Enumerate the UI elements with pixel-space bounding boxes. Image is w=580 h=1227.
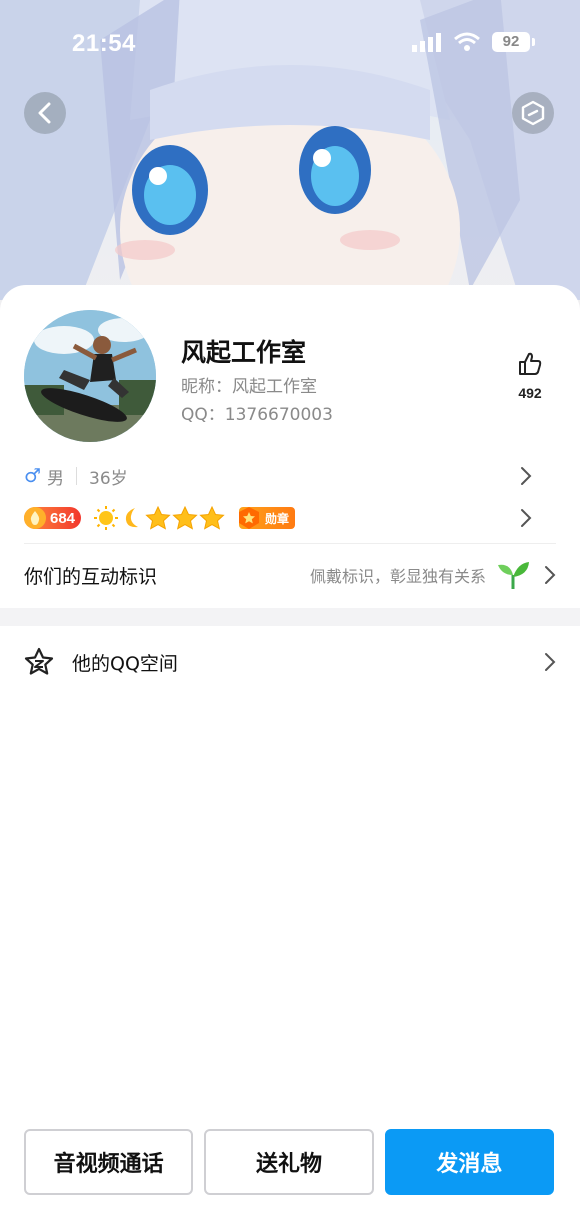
like-button[interactable]: 492: [506, 351, 554, 401]
chevron-right-icon: [545, 566, 556, 584]
bottom-action-bar: 音视频通话 送礼物 发消息: [24, 1129, 554, 1195]
send-message-button[interactable]: 发消息: [384, 1129, 554, 1195]
status-bar: 21:54 92: [0, 0, 580, 88]
interaction-hint: 佩戴标识，彰显独有关系: [309, 567, 486, 586]
medal-badge: 勋章: [239, 507, 296, 529]
sprout-icon: [498, 562, 529, 589]
qzone-row[interactable]: 他的QQ空间: [24, 640, 556, 684]
qzone-label: 他的QQ空间: [72, 652, 178, 675]
chevron-right-icon: [545, 653, 556, 671]
chevron-right-icon: [521, 509, 532, 527]
info-row[interactable]: ♂ 男 36岁: [24, 461, 556, 491]
avatar[interactable]: [24, 310, 156, 442]
star-icon: [145, 506, 171, 530]
chevron-left-icon: [38, 102, 51, 124]
gender-text: 男: [47, 468, 65, 489]
interaction-badge-row[interactable]: 你们的互动标识 佩戴标识，彰显独有关系: [24, 555, 556, 595]
back-button[interactable]: [24, 92, 66, 134]
medal-star-icon: [239, 507, 260, 529]
more-button[interactable]: [512, 92, 554, 134]
moon-icon: [125, 508, 139, 528]
vip-value: 684: [50, 509, 76, 527]
male-icon: ♂: [24, 465, 42, 487]
profile-name: 风起工作室: [181, 338, 307, 367]
signal-icon: [412, 33, 441, 52]
profile-qq-number: QQ：1376670003: [181, 405, 333, 425]
profile-card: 风起工作室 昵称：风起工作室 QQ：1376670003 492 ♂ 男 36岁…: [0, 285, 580, 608]
send-gift-button[interactable]: 送礼物: [204, 1129, 374, 1195]
qzone-star-icon: [24, 647, 54, 675]
vip-badge: 684: [24, 507, 82, 529]
profile-nickname: 昵称：风起工作室: [181, 377, 317, 397]
battery-indicator: 92: [492, 32, 535, 52]
medal-label: 勋章: [265, 511, 290, 526]
sun-icon: [94, 506, 119, 530]
flame-icon: [24, 507, 46, 529]
thumbs-up-icon: [519, 352, 542, 375]
divider: [24, 543, 556, 544]
like-count: 492: [518, 385, 542, 401]
status-time: 21:54: [72, 30, 136, 57]
level-row[interactable]: 684 勋章: [24, 503, 556, 533]
star-icon: [172, 506, 198, 530]
video-call-button[interactable]: 音视频通话: [24, 1129, 194, 1195]
star-icon: [199, 506, 225, 530]
interaction-label: 你们的互动标识: [24, 565, 158, 588]
chevron-right-icon: [521, 467, 532, 485]
wifi-icon: [454, 32, 480, 51]
hexagon-icon: [521, 100, 545, 126]
age-text: 36岁: [89, 468, 128, 489]
separator: [76, 467, 78, 485]
section-gap: [0, 608, 580, 626]
